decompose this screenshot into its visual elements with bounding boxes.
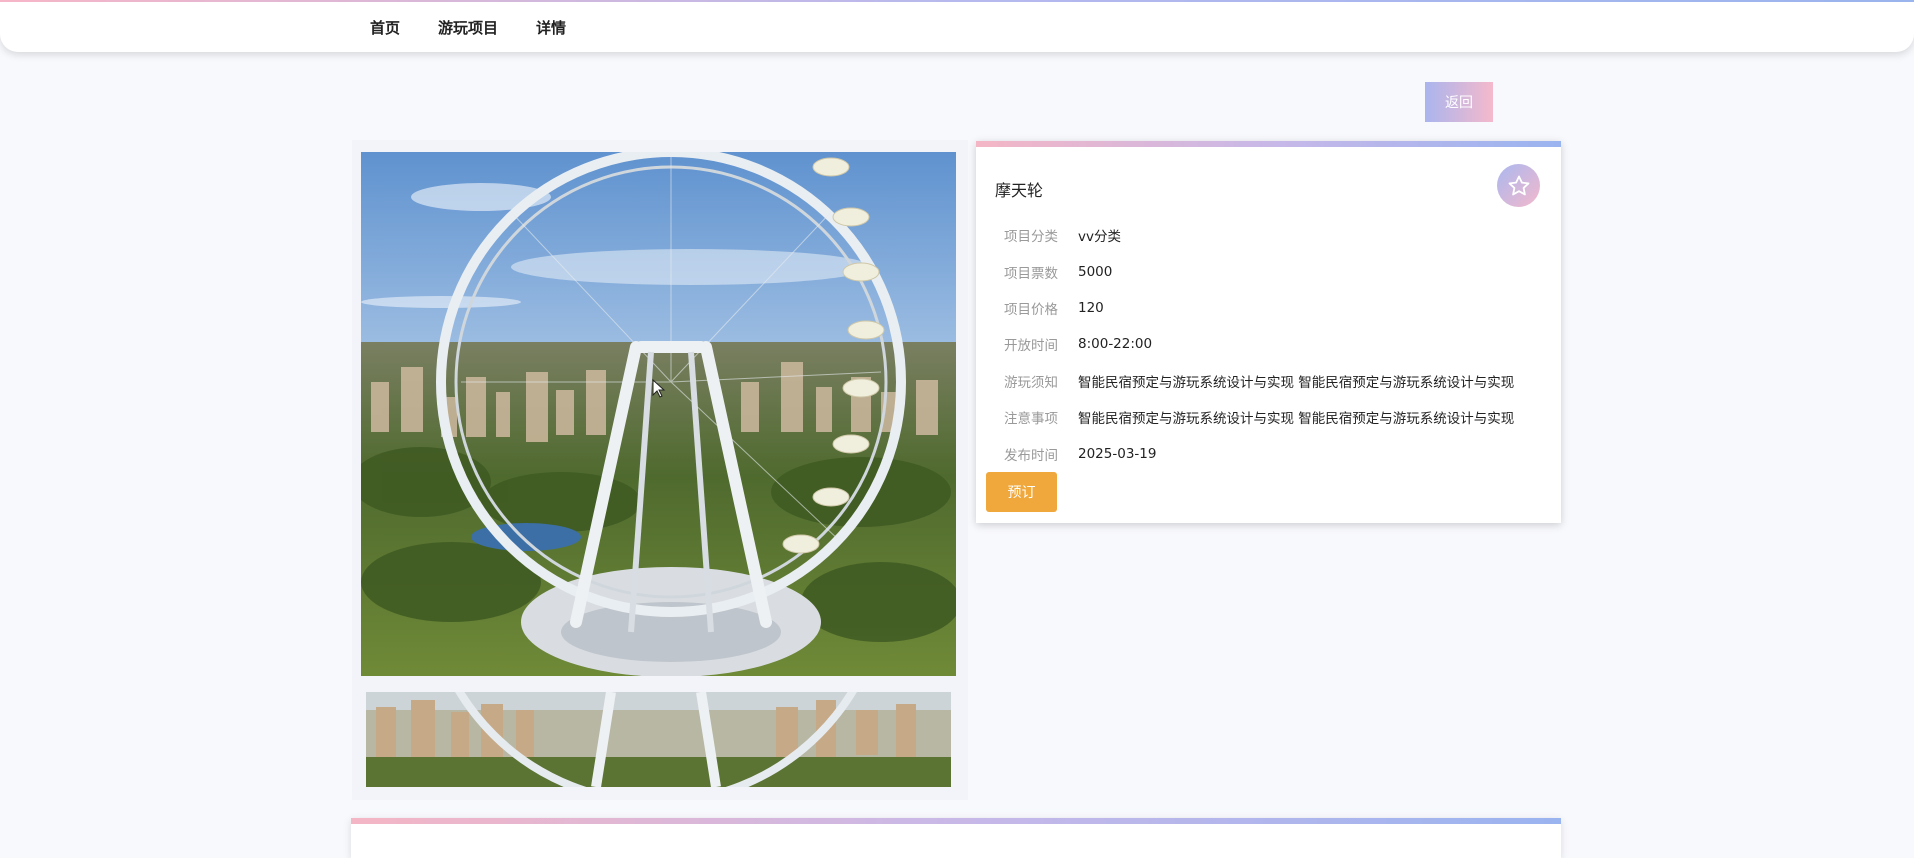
back-button[interactable]: 返回 xyxy=(1425,82,1493,122)
mouse-cursor-icon xyxy=(652,379,666,398)
row-tickets: 项目票数 5000 xyxy=(976,253,1561,289)
nav-item-attractions[interactable]: 游玩项目 xyxy=(438,17,498,38)
row-price: 项目价格 120 xyxy=(976,290,1561,326)
row-label: 开放时间 xyxy=(1004,338,1058,355)
attraction-title: 摩天轮 xyxy=(995,181,1044,200)
book-button[interactable]: 预订 xyxy=(986,472,1057,512)
row-publish-date: 发布时间 2025-03-19 xyxy=(976,435,1561,471)
thumbnail-image xyxy=(366,692,951,787)
row-label: 项目分类 xyxy=(1004,229,1058,246)
bottom-content-panel xyxy=(351,818,1561,858)
row-value: 2025-03-19 xyxy=(1078,445,1157,462)
row-label: 游玩须知 xyxy=(1004,374,1058,391)
row-label: 注意事项 xyxy=(1004,411,1058,428)
row-label: 项目票数 xyxy=(1004,265,1058,282)
top-navbar: 首页 游玩项目 详情 xyxy=(0,0,1914,52)
row-open-time: 开放时间 8:00-22:00 xyxy=(976,326,1561,362)
row-value: 智能民宿预定与游玩系统设计与实现 智能民宿预定与游玩系统设计与实现 xyxy=(1078,374,1515,391)
nav-item-detail[interactable]: 详情 xyxy=(536,17,566,38)
main-nav: 首页 游玩项目 详情 xyxy=(370,2,604,52)
row-label: 发布时间 xyxy=(1004,447,1058,464)
row-value: 120 xyxy=(1078,299,1104,316)
favorite-button[interactable] xyxy=(1497,164,1540,207)
thumbnail-strip[interactable] xyxy=(366,692,951,787)
row-value: 智能民宿预定与游玩系统设计与实现 智能民宿预定与游玩系统设计与实现 xyxy=(1078,411,1515,428)
row-precautions: 注意事项 智能民宿预定与游玩系统设计与实现 智能民宿预定与游玩系统设计与实现 xyxy=(976,399,1561,435)
row-value: vv分类 xyxy=(1078,229,1121,246)
row-category: 项目分类 vv分类 xyxy=(976,217,1561,253)
detail-rows: 项目分类 vv分类 项目票数 5000 项目价格 120 开放时间 8:00-2… xyxy=(976,217,1561,472)
detail-card: 摩天轮 项目分类 vv分类 项目票数 5000 项目价格 120 开放时间 8:… xyxy=(976,141,1561,523)
nav-item-home[interactable]: 首页 xyxy=(370,17,400,38)
row-label: 项目价格 xyxy=(1004,301,1058,318)
ferris-wheel-illustration xyxy=(361,152,956,676)
row-play-notice: 游玩须知 智能民宿预定与游玩系统设计与实现 智能民宿预定与游玩系统设计与实现 xyxy=(976,363,1561,399)
row-value: 8:00-22:00 xyxy=(1078,336,1153,353)
row-value: 5000 xyxy=(1078,263,1113,280)
main-photo-ferris-wheel xyxy=(361,152,956,676)
star-icon xyxy=(1508,175,1529,195)
